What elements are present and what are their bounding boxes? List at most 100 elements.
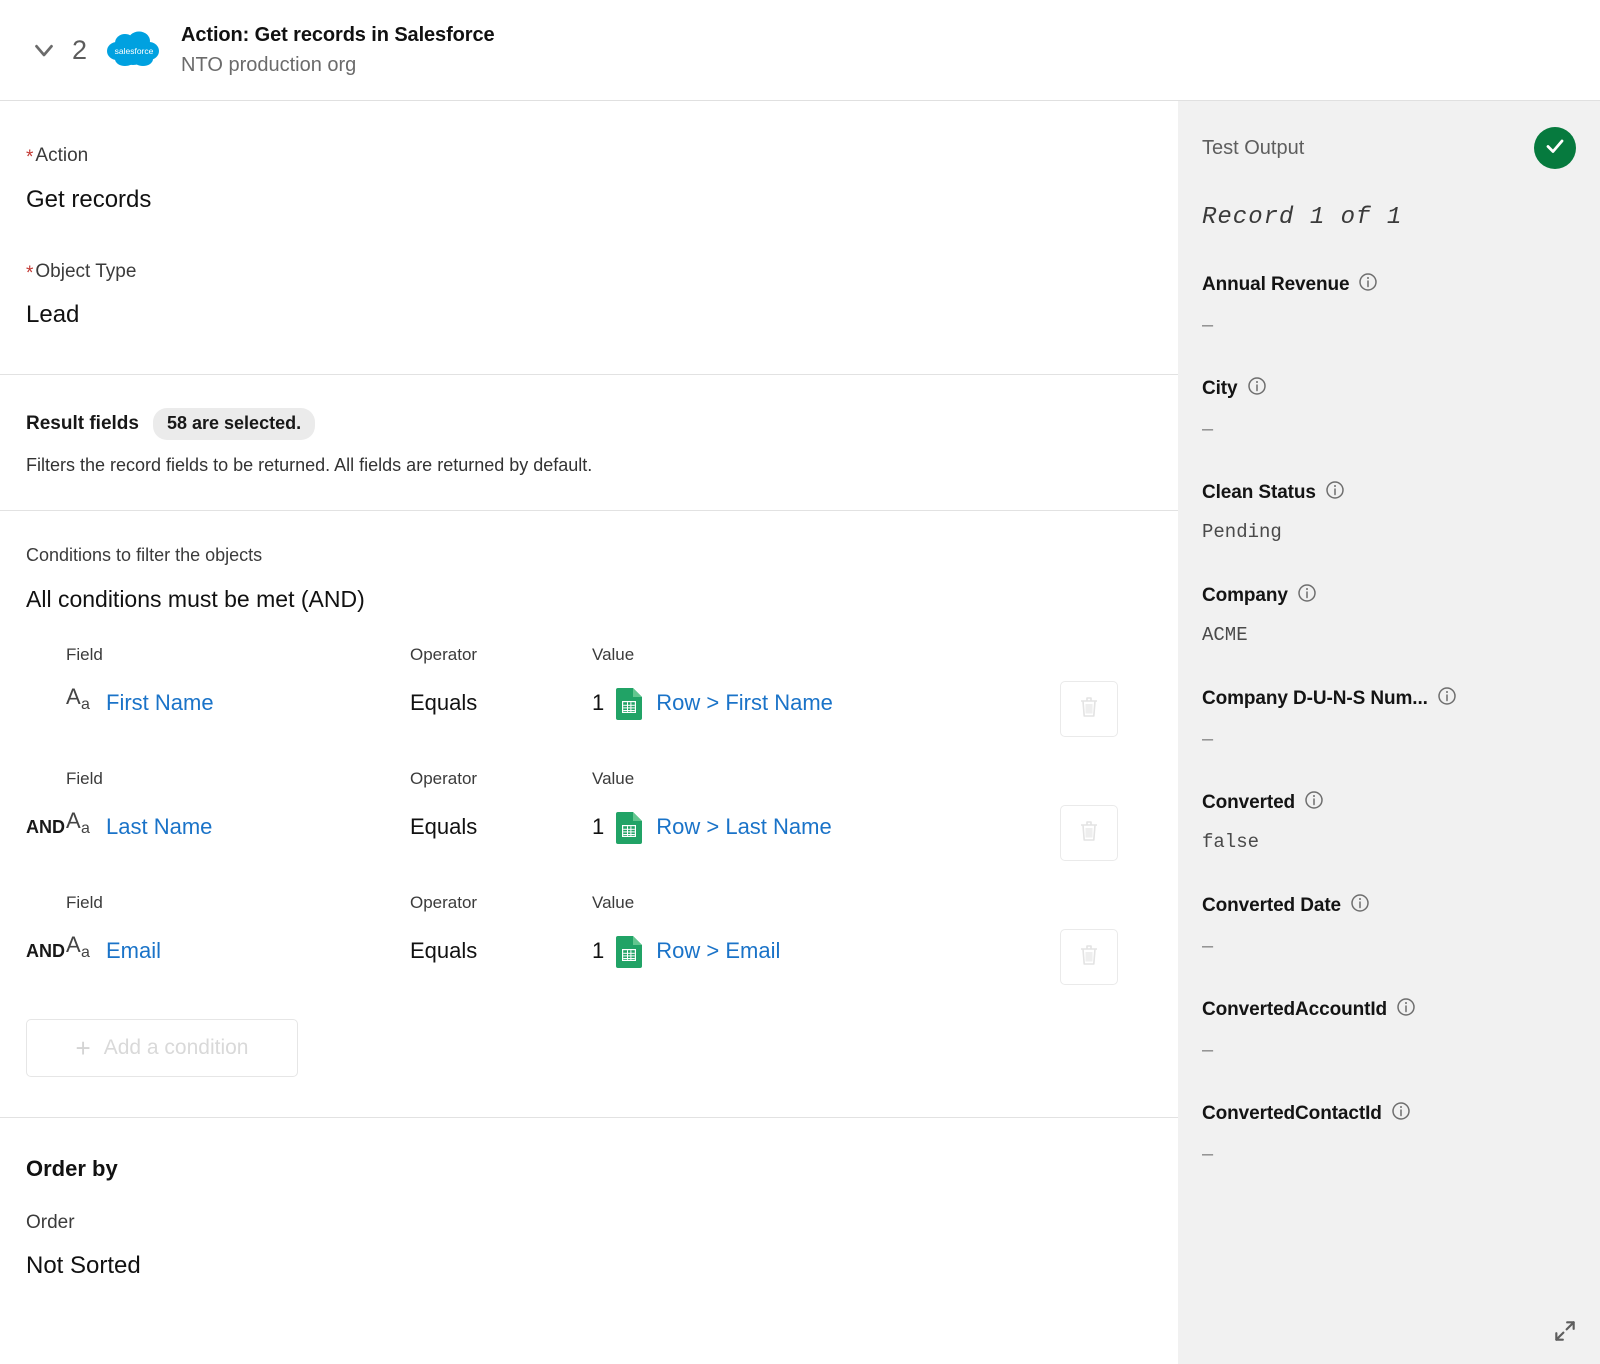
condition-row: Field Operator Value Aa First Name Equal… [0, 631, 1178, 755]
text-field-icon: Aa [66, 932, 90, 962]
conditions-block: Conditions to filter the objects All con… [0, 511, 1178, 1117]
object-type-value[interactable]: Lead [26, 301, 1152, 330]
check-circle-icon [1543, 134, 1567, 163]
column-header-value: Value [592, 893, 635, 913]
step-header-text: Action: Get records in Salesforce NTO pr… [181, 22, 495, 79]
output-field-value: ACME [1202, 624, 1248, 646]
column-header-operator: Operator [410, 769, 478, 789]
info-circle-icon[interactable] [1304, 790, 1324, 815]
conditions-intro: Conditions to filter the objects [26, 545, 263, 566]
column-header-operator: Operator [410, 893, 478, 913]
condition-column-headers: Field Operator Value [0, 631, 1178, 665]
condition-operator-value[interactable]: Equals [410, 814, 592, 840]
output-field-value: – [1202, 935, 1214, 957]
output-field: Company D-U-N-S Num... – [1202, 686, 1576, 749]
action-label: * Action [26, 145, 89, 168]
output-field: ConvertedContactId – [1202, 1101, 1576, 1164]
condition-value-index: 1 [592, 814, 605, 840]
step-header: 2 salesforce Action: Get records in Sale… [0, 0, 1600, 101]
status-badge [1534, 127, 1576, 169]
required-asterisk: * [26, 147, 34, 168]
add-condition-button[interactable]: + Add a condition [26, 1019, 298, 1078]
configuration-panel: * Action Get records * Object Type Lead Re… [0, 101, 1178, 1364]
condition-field-cell: Aa First Name [0, 684, 410, 718]
column-header-value: Value [592, 645, 635, 665]
output-field-name: Converted [1202, 791, 1296, 813]
output-field-header: Converted Date [1202, 893, 1576, 918]
delete-condition-button[interactable] [1060, 681, 1118, 738]
output-field-header: ConvertedContactId [1202, 1101, 1576, 1126]
record-counter: Record 1 of 1 [1202, 204, 1403, 231]
output-field-header: Company [1202, 583, 1576, 608]
plus-icon: + [75, 1033, 91, 1064]
condition-field-value[interactable]: Email [106, 938, 161, 964]
output-field-header: Clean Status [1202, 480, 1576, 505]
order-value[interactable]: Not Sorted [26, 1252, 1152, 1280]
condition-row: Field Operator Value AND Aa Email Equals… [0, 879, 1178, 1003]
output-field: Company ACME [1202, 583, 1576, 645]
info-circle-icon[interactable] [1391, 1101, 1411, 1126]
condition-value-link[interactable]: Row > Last Name [656, 814, 831, 840]
condition-values: AND Aa Last Name Equals 1 Row > Last Nam… [0, 805, 1178, 849]
output-field-header: ConvertedAccountId [1202, 997, 1576, 1022]
condition-column-headers: Field Operator Value [0, 879, 1178, 913]
output-field: City – [1202, 376, 1576, 439]
output-field-name: Clean Status [1202, 481, 1316, 503]
trash-icon [1078, 819, 1100, 848]
conditions-mode[interactable]: All conditions must be met (AND) [26, 586, 1152, 613]
result-fields-badge[interactable]: 58 are selected. [152, 408, 316, 441]
condition-value-link[interactable]: Row > Email [656, 938, 780, 964]
step-subtitle: NTO production org [181, 53, 357, 76]
expand-panel-button[interactable] [1548, 1316, 1582, 1350]
output-field-value: Pending [1202, 521, 1282, 543]
info-circle-icon[interactable] [1396, 997, 1416, 1022]
output-field-value: – [1202, 1039, 1214, 1061]
output-field-value: – [1202, 314, 1214, 336]
delete-condition-button[interactable] [1060, 929, 1118, 986]
condition-field-value[interactable]: Last Name [106, 814, 212, 840]
column-header-field: Field [66, 645, 103, 665]
condition-row: Field Operator Value AND Aa Last Name Eq… [0, 755, 1178, 879]
info-circle-icon[interactable] [1358, 272, 1378, 297]
step-number: 2 [72, 34, 88, 65]
column-header-operator: Operator [410, 645, 478, 665]
result-fields-block: Result fields 58 are selected. Filters t… [0, 375, 1178, 510]
column-header-value: Value [592, 769, 635, 789]
action-value[interactable]: Get records [26, 186, 1152, 215]
output-field: Converted false [1202, 790, 1576, 852]
condition-field-value[interactable]: First Name [106, 690, 214, 716]
info-circle-icon[interactable] [1247, 376, 1267, 401]
expand-diagonal-icon [1552, 1318, 1578, 1349]
order-label: Order [26, 1212, 75, 1234]
delete-condition-button[interactable] [1060, 805, 1118, 862]
salesforce-logo: salesforce [105, 29, 163, 71]
info-circle-icon[interactable] [1437, 686, 1457, 711]
output-field-name: Annual Revenue [1202, 273, 1350, 295]
info-circle-icon[interactable] [1297, 583, 1317, 608]
object-type-field-block: * Object Type Lead [0, 215, 1178, 375]
order-by-title: Order by [26, 1156, 118, 1182]
text-field-icon: Aa [66, 684, 90, 714]
result-fields-row: Result fields 58 are selected. [26, 375, 1152, 441]
info-circle-icon[interactable] [1325, 480, 1345, 505]
condition-values: AND Aa Email Equals 1 Row > Email [0, 929, 1178, 973]
svg-text:salesforce: salesforce [115, 46, 154, 56]
google-sheets-icon [615, 686, 645, 721]
output-field-name: City [1202, 377, 1238, 399]
conditions-heading-block: Conditions to filter the objects All con… [0, 511, 1178, 613]
condition-operator-value[interactable]: Equals [410, 690, 592, 716]
order-by-block: Order by Order Not Sorted [0, 1118, 1178, 1280]
condition-values: Aa First Name Equals 1 Row > First Name [0, 681, 1178, 725]
column-header-field: Field [66, 893, 103, 913]
output-field-name: ConvertedAccountId [1202, 998, 1388, 1020]
result-fields-label: Result fields [26, 413, 139, 435]
collapse-step-button[interactable] [24, 30, 64, 70]
output-field-name: Company D-U-N-S Num... [1202, 687, 1428, 709]
google-sheets-icon [615, 934, 645, 969]
condition-value-link[interactable]: Row > First Name [656, 690, 833, 716]
condition-operator-value[interactable]: Equals [410, 938, 592, 964]
output-field-name: Company [1202, 584, 1288, 606]
condition-value-index: 1 [592, 690, 605, 716]
test-output-header: Test Output [1202, 101, 1576, 169]
info-circle-icon[interactable] [1350, 893, 1370, 918]
